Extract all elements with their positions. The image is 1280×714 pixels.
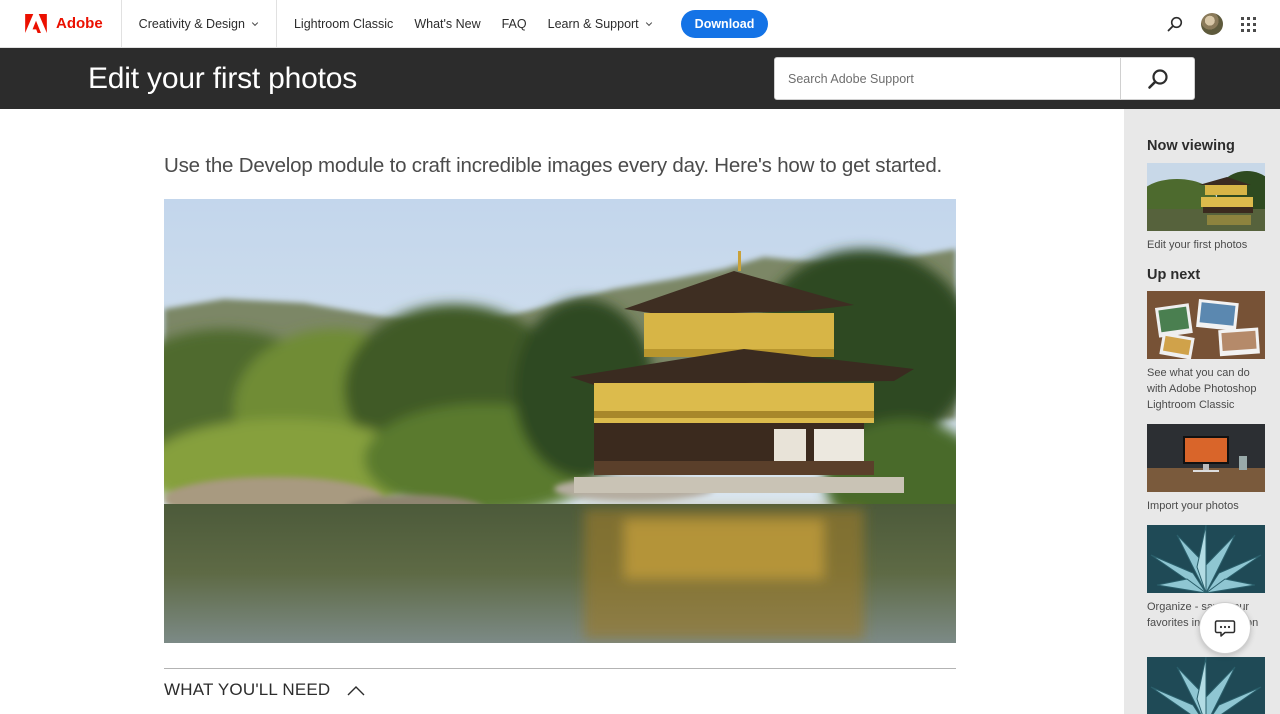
nav-utilities xyxy=(1167,0,1256,48)
brand-name: Adobe xyxy=(56,15,103,32)
support-search xyxy=(774,57,1195,100)
global-nav: Adobe Creativity & Design Lightroom Clas… xyxy=(0,0,1280,48)
chevron-down-icon xyxy=(251,21,259,26)
chat-button[interactable] xyxy=(1199,602,1251,654)
up-next-thumbnail-3 xyxy=(1147,525,1265,593)
creativity-design-label: Creativity & Design xyxy=(138,16,245,31)
adobe-logo-icon xyxy=(25,14,47,33)
search-icon[interactable] xyxy=(1167,16,1183,32)
support-search-input[interactable] xyxy=(775,58,1120,99)
up-next-card-4[interactable] xyxy=(1147,657,1265,714)
apps-grid-icon[interactable] xyxy=(1241,16,1256,32)
up-next-heading: Up next xyxy=(1147,267,1201,283)
nav-link-lightroom-classic[interactable]: Lightroom Classic xyxy=(294,17,393,31)
what-youll-need-label: WHAT YOU'LL NEED xyxy=(164,680,331,699)
up-next-card-1[interactable]: See what you can do with Adobe Photoshop… xyxy=(1147,291,1265,413)
up-next-thumbnail-2 xyxy=(1147,424,1265,492)
chevron-up-icon xyxy=(347,685,365,695)
creativity-design-menu[interactable]: Creativity & Design xyxy=(122,0,277,48)
up-next-thumbnail-4 xyxy=(1147,657,1265,714)
up-next-caption-2: Import your photos xyxy=(1147,500,1239,512)
learn-support-label: Learn & Support xyxy=(547,16,639,31)
search-icon xyxy=(1147,68,1168,89)
now-viewing-card[interactable]: Edit your first photos xyxy=(1147,163,1265,253)
download-button[interactable]: Download xyxy=(680,9,769,38)
adobe-home-link[interactable]: Adobe xyxy=(0,0,122,48)
now-viewing-heading: Now viewing xyxy=(1147,138,1235,154)
hero-image-golden-pavilion xyxy=(164,199,956,643)
section-divider xyxy=(164,668,956,669)
what-youll-need-toggle[interactable]: WHAT YOU'LL NEED xyxy=(164,680,365,700)
page-title: Edit your first photos xyxy=(88,62,358,95)
now-viewing-thumbnail xyxy=(1147,163,1265,231)
chevron-down-icon xyxy=(645,21,652,26)
nav-link-whats-new[interactable]: What's New xyxy=(414,17,480,31)
avatar[interactable] xyxy=(1201,13,1223,35)
up-next-caption-1: See what you can do with Adobe Photoshop… xyxy=(1147,367,1257,411)
nav-link-learn-support[interactable]: Learn & Support xyxy=(548,17,653,31)
up-next-card-2[interactable]: Import your photos xyxy=(1147,424,1265,514)
support-search-button[interactable] xyxy=(1120,58,1194,99)
up-next-thumbnail-1 xyxy=(1147,291,1265,359)
intro-text: Use the Develop module to craft incredib… xyxy=(164,154,943,177)
title-bar: Edit your first photos xyxy=(0,48,1280,109)
chat-icon xyxy=(1214,620,1236,637)
nav-link-faq[interactable]: FAQ xyxy=(502,17,527,31)
now-viewing-caption: Edit your first photos xyxy=(1147,239,1248,251)
